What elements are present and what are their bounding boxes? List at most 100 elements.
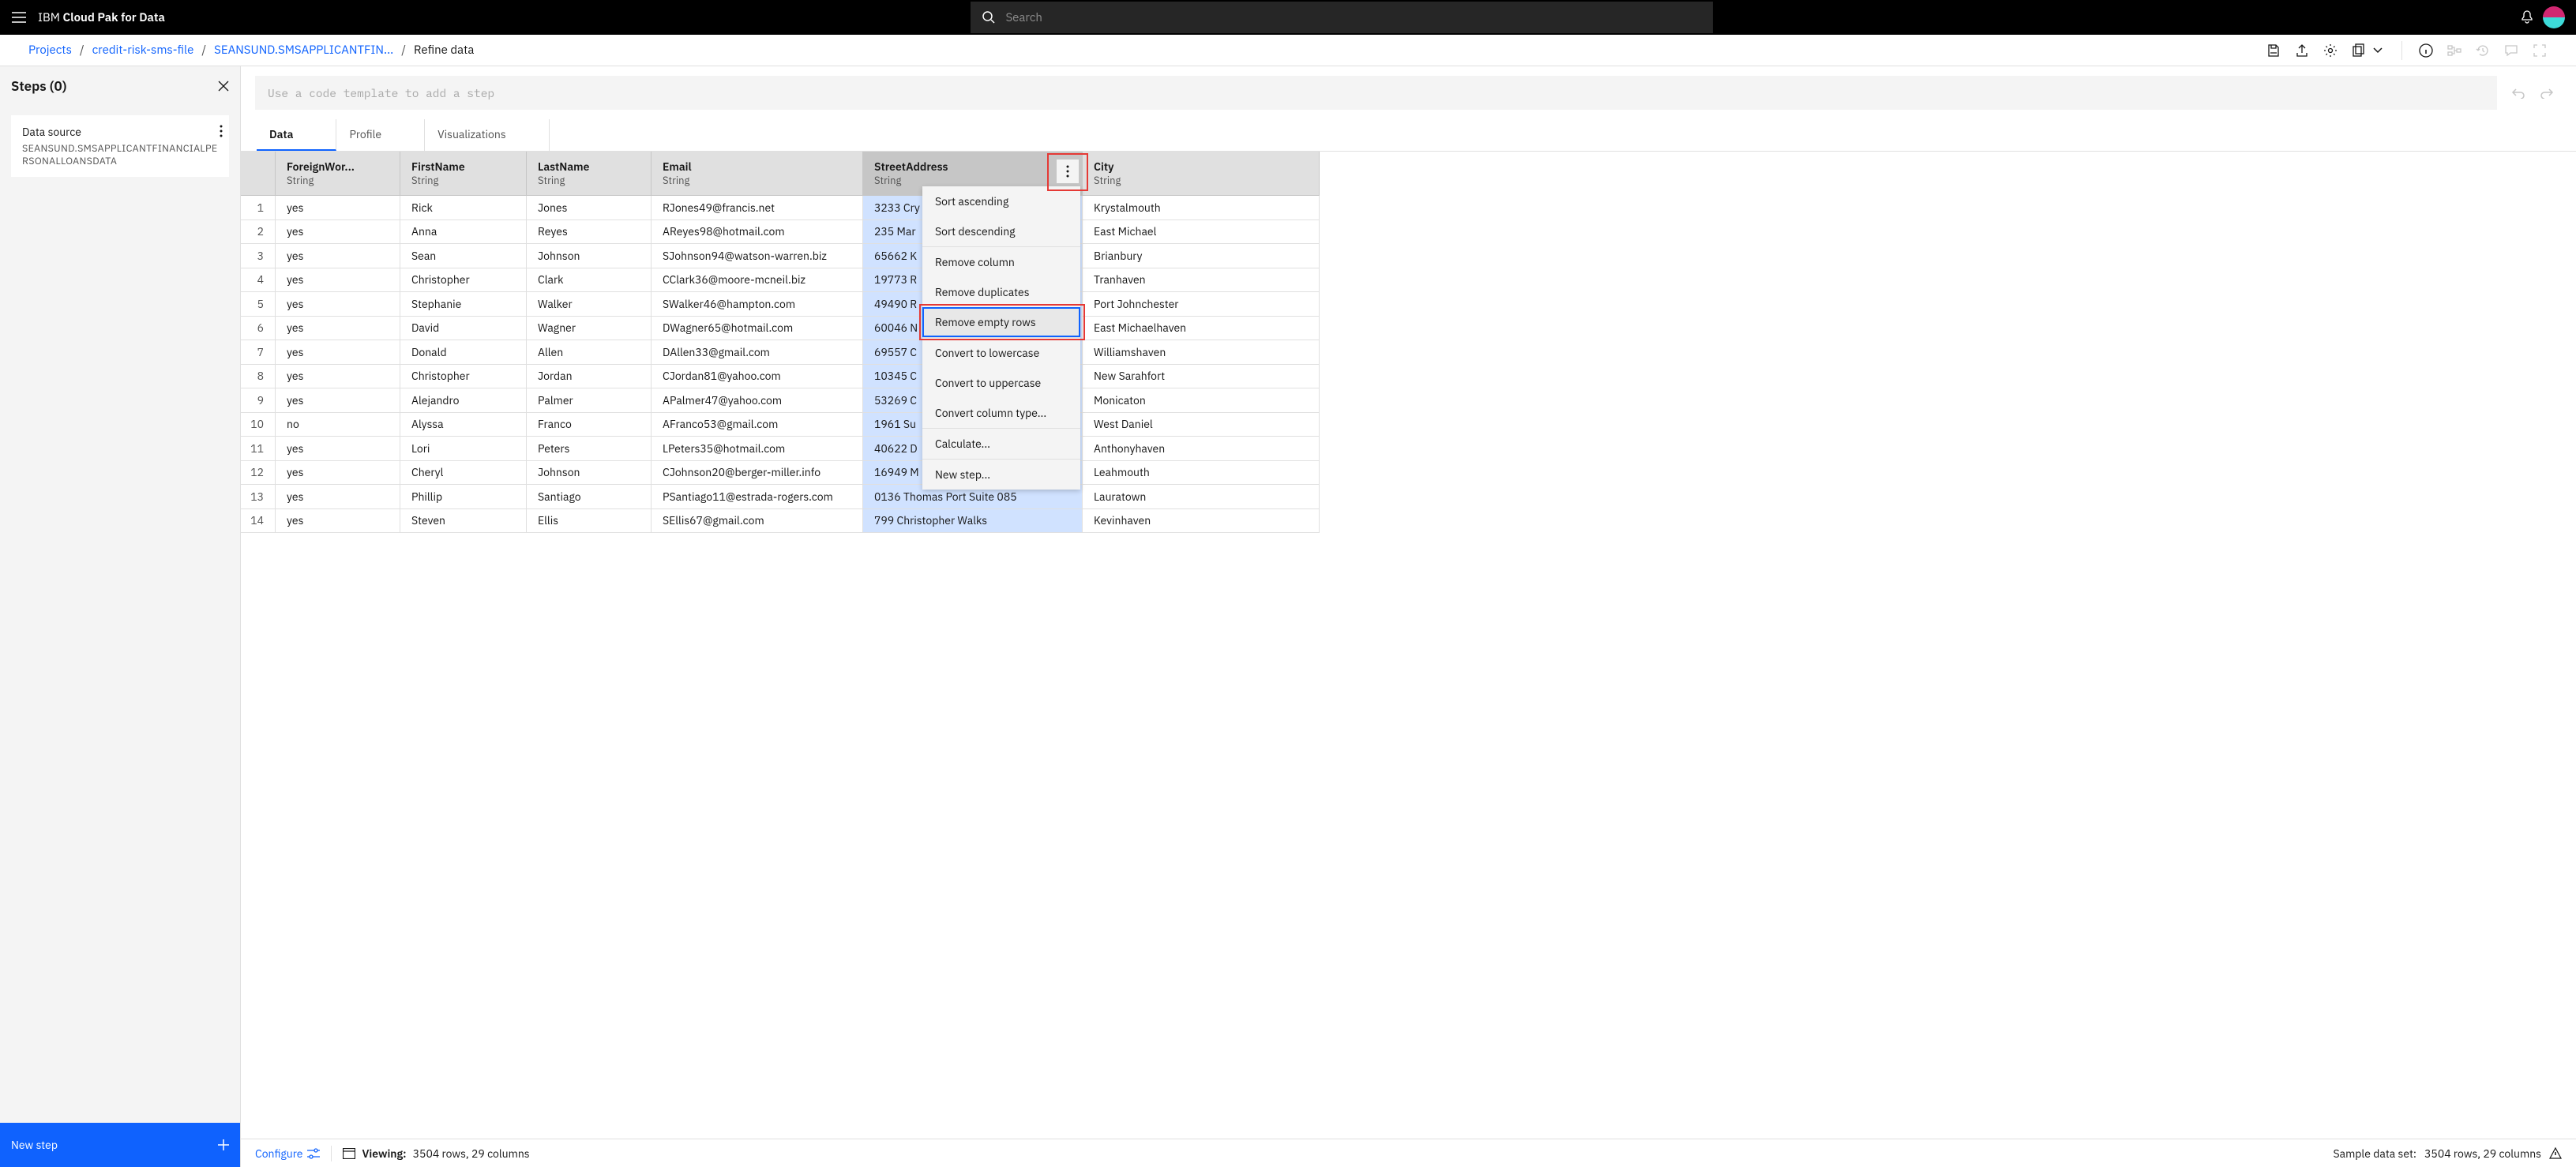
new-step-button[interactable]: New step xyxy=(0,1123,240,1167)
export-icon[interactable] xyxy=(2294,43,2310,58)
cell[interactable]: DAllen33@gmail.com xyxy=(652,340,863,365)
flow-icon[interactable] xyxy=(2446,43,2462,58)
cell[interactable]: yes xyxy=(276,220,400,245)
menu-remove-empty-rows[interactable]: Remove empty rows xyxy=(922,307,1080,337)
cell[interactable]: Monicaton xyxy=(1083,388,1320,413)
cell[interactable]: Alejandro xyxy=(400,388,527,413)
cell[interactable]: Donald xyxy=(400,340,527,365)
cell[interactable]: New Sarahfort xyxy=(1083,365,1320,389)
menu-new-step[interactable]: New step... xyxy=(922,460,1080,490)
breadcrumb-project[interactable]: credit-risk-sms-file xyxy=(92,43,194,58)
cell[interactable]: SWalker46@hampton.com xyxy=(652,292,863,317)
column-menu-button[interactable] xyxy=(1057,159,1079,183)
menu-convert-uppercase[interactable]: Convert to uppercase xyxy=(922,368,1080,398)
cell[interactable]: Christopher xyxy=(400,268,527,293)
breadcrumb-asset[interactable]: SEANSUND.SMSAPPLICANTFIN... xyxy=(214,43,393,58)
menu-remove-duplicates[interactable]: Remove duplicates xyxy=(922,277,1080,307)
cell[interactable]: yes xyxy=(276,365,400,389)
close-icon[interactable] xyxy=(218,81,229,92)
cell[interactable]: CJohnson20@berger-miller.info xyxy=(652,461,863,486)
menu-sort-descending[interactable]: Sort descending xyxy=(922,216,1080,246)
cell[interactable]: Lauratown xyxy=(1083,485,1320,509)
column-header[interactable]: LastNameString xyxy=(527,152,652,196)
comment-icon[interactable] xyxy=(2503,43,2519,58)
menu-calculate[interactable]: Calculate... xyxy=(922,429,1080,459)
cell[interactable]: Tranhaven xyxy=(1083,268,1320,293)
jobs-icon[interactable] xyxy=(2351,43,2367,58)
column-header[interactable]: CityString xyxy=(1083,152,1320,196)
configure-link[interactable]: Configure xyxy=(255,1146,320,1161)
menu-convert-column-type[interactable]: Convert column type... xyxy=(922,398,1080,428)
notification-icon[interactable] xyxy=(2519,9,2535,25)
cell[interactable]: Alyssa xyxy=(400,413,527,437)
cell[interactable]: Palmer xyxy=(527,388,652,413)
warning-icon[interactable] xyxy=(2549,1147,2562,1160)
tab-visualizations[interactable]: Visualizations xyxy=(425,119,550,151)
menu-remove-column[interactable]: Remove column xyxy=(922,247,1080,277)
global-search-input[interactable] xyxy=(1005,10,1702,25)
menu-icon[interactable] xyxy=(6,5,32,30)
cell[interactable]: Krystalmouth xyxy=(1083,196,1320,220)
undo-icon[interactable] xyxy=(2511,88,2525,99)
global-search[interactable] xyxy=(971,2,1713,33)
cell[interactable]: DWagner65@hotmail.com xyxy=(652,317,863,341)
cell[interactable]: Jordan xyxy=(527,365,652,389)
cell[interactable]: Stephanie xyxy=(400,292,527,317)
cell[interactable]: yes xyxy=(276,461,400,486)
code-template-input[interactable] xyxy=(255,76,2497,110)
redo-icon[interactable] xyxy=(2540,88,2554,99)
cell[interactable]: Leahmouth xyxy=(1083,461,1320,486)
fullscreen-icon[interactable] xyxy=(2532,43,2548,58)
save-icon[interactable] xyxy=(2266,43,2281,58)
cell[interactable]: Kevinhaven xyxy=(1083,509,1320,534)
cell[interactable]: Walker xyxy=(527,292,652,317)
column-header[interactable]: EmailString xyxy=(652,152,863,196)
column-header[interactable]: ForeignWor...String xyxy=(276,152,400,196)
cell[interactable]: yes xyxy=(276,292,400,317)
history-icon[interactable] xyxy=(2475,43,2491,58)
cell[interactable]: Phillip xyxy=(400,485,527,509)
cell[interactable]: PSantiago11@estrada-rogers.com xyxy=(652,485,863,509)
cell[interactable]: Wagner xyxy=(527,317,652,341)
cell[interactable]: 799 Christopher Walks xyxy=(863,509,1083,534)
cell[interactable]: Reyes xyxy=(527,220,652,245)
cell[interactable]: Lori xyxy=(400,437,527,461)
cell[interactable]: no xyxy=(276,413,400,437)
cell[interactable]: Anna xyxy=(400,220,527,245)
cell[interactable]: Williamshaven xyxy=(1083,340,1320,365)
cell[interactable]: Santiago xyxy=(527,485,652,509)
cell[interactable]: yes xyxy=(276,388,400,413)
cell[interactable]: West Daniel xyxy=(1083,413,1320,437)
user-avatar[interactable] xyxy=(2543,6,2565,28)
chevron-down-icon[interactable] xyxy=(2370,43,2386,58)
cell[interactable]: Anthonyhaven xyxy=(1083,437,1320,461)
cell[interactable]: Franco xyxy=(527,413,652,437)
cell[interactable]: Allen xyxy=(527,340,652,365)
cell[interactable]: East Michaelhaven xyxy=(1083,317,1320,341)
cell[interactable]: yes xyxy=(276,340,400,365)
cell[interactable]: Peters xyxy=(527,437,652,461)
menu-sort-ascending[interactable]: Sort ascending xyxy=(922,186,1080,216)
cell[interactable]: AReyes98@hotmail.com xyxy=(652,220,863,245)
cell[interactable]: yes xyxy=(276,509,400,534)
cell[interactable]: Cheryl xyxy=(400,461,527,486)
tab-profile[interactable]: Profile xyxy=(336,119,425,151)
cell[interactable]: LPeters35@hotmail.com xyxy=(652,437,863,461)
cell[interactable]: AFranco53@gmail.com xyxy=(652,413,863,437)
cell[interactable]: East Michael xyxy=(1083,220,1320,245)
tab-data[interactable]: Data xyxy=(257,119,336,151)
breadcrumb-projects[interactable]: Projects xyxy=(28,43,72,58)
cell[interactable]: Port Johnchester xyxy=(1083,292,1320,317)
cell[interactable]: yes xyxy=(276,268,400,293)
menu-convert-lowercase[interactable]: Convert to lowercase xyxy=(922,338,1080,368)
cell[interactable]: CJordan81@yahoo.com xyxy=(652,365,863,389)
cell[interactable]: Rick xyxy=(400,196,527,220)
cell[interactable]: Jones xyxy=(527,196,652,220)
cell[interactable]: yes xyxy=(276,244,400,268)
settings-icon[interactable] xyxy=(2323,43,2338,58)
info-icon[interactable] xyxy=(2418,43,2434,58)
cell[interactable]: APalmer47@yahoo.com xyxy=(652,388,863,413)
cell[interactable]: yes xyxy=(276,485,400,509)
cell[interactable]: Steven xyxy=(400,509,527,534)
overflow-icon[interactable] xyxy=(220,125,223,137)
